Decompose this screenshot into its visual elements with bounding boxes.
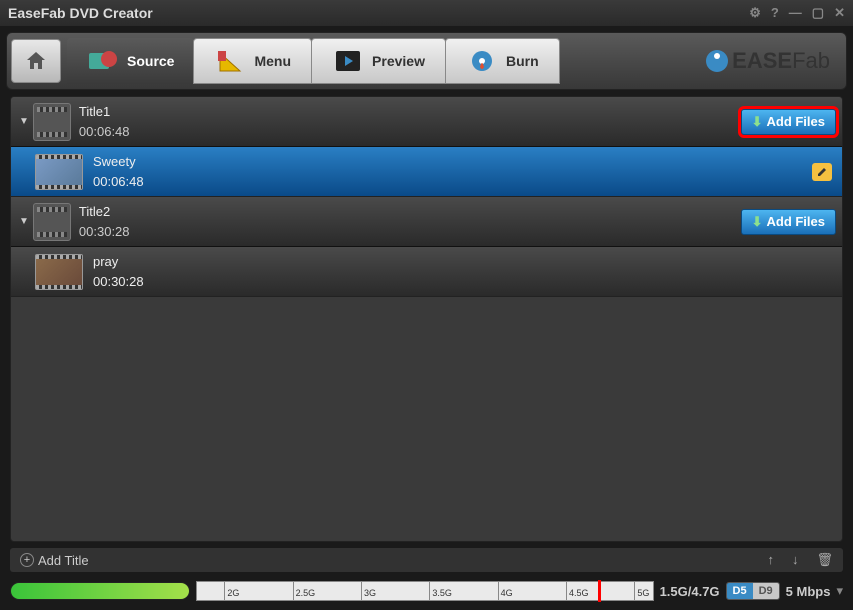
- edit-clip-button[interactable]: [812, 163, 832, 181]
- tab-preview-label: Preview: [372, 53, 425, 69]
- disc-type-toggle[interactable]: D5 D9: [726, 582, 780, 600]
- add-files-button[interactable]: ⬇ Add Files: [741, 109, 836, 135]
- home-icon: [24, 49, 48, 73]
- download-icon: ⬇: [752, 114, 763, 130]
- menu-icon: [214, 47, 246, 75]
- delete-icon[interactable]: 🗑: [816, 552, 833, 568]
- d9-option[interactable]: D9: [753, 583, 779, 599]
- title-duration: 00:30:28: [79, 222, 130, 242]
- size-ruler: 2G 2.5G 3G 3.5G 4G 4.5G 5G: [196, 581, 654, 601]
- minimize-icon[interactable]: —: [789, 5, 802, 21]
- clip-row[interactable]: Sweety 00:06:48: [11, 147, 842, 197]
- clip-row[interactable]: pray 00:30:28: [11, 247, 842, 297]
- source-icon: [87, 47, 119, 75]
- preview-icon: [332, 47, 364, 75]
- bitrate-value: 5 Mbps: [786, 584, 831, 599]
- clip-info: Sweety 00:06:48: [93, 152, 144, 191]
- clip-thumbnail: [35, 254, 83, 290]
- download-icon: ⬇: [752, 214, 763, 230]
- plus-icon: +: [20, 553, 34, 567]
- move-down-icon[interactable]: ↓: [792, 552, 799, 568]
- add-files-label: Add Files: [766, 214, 825, 229]
- clip-info: pray 00:30:28: [93, 252, 144, 291]
- collapse-icon[interactable]: ▼: [19, 116, 29, 127]
- close-icon[interactable]: ✕: [834, 5, 845, 21]
- title-duration: 00:06:48: [79, 122, 130, 142]
- tab-menu[interactable]: Menu: [193, 38, 312, 84]
- brand-icon: [706, 50, 728, 72]
- tab-source-label: Source: [127, 53, 174, 69]
- title-name: Title2: [79, 202, 130, 222]
- home-button[interactable]: [11, 39, 61, 83]
- title-header[interactable]: ▼ Title1 00:06:48 ⬇ Add Files: [11, 97, 842, 147]
- capacity-meter: 0.5G 1G 1.5G: [10, 582, 190, 600]
- add-title-button[interactable]: + Add Title: [20, 553, 89, 568]
- burn-icon: [466, 47, 498, 75]
- capacity-marker: [598, 580, 601, 602]
- bitrate-dropdown-icon[interactable]: ▾: [836, 583, 843, 599]
- d5-option[interactable]: D5: [727, 583, 753, 599]
- collapse-icon[interactable]: ▼: [19, 216, 29, 227]
- tab-preview[interactable]: Preview: [311, 38, 446, 84]
- window-controls: ⚙ ? — ▢ ✕: [749, 5, 845, 21]
- title-name: Title1: [79, 102, 130, 122]
- tab-source[interactable]: Source: [67, 38, 194, 84]
- help-icon[interactable]: ?: [771, 5, 779, 21]
- status-bar: 0.5G 1G 1.5G 2G 2.5G 3G 3.5G 4G 4.5G 5G …: [10, 578, 843, 604]
- tab-burn-label: Burn: [506, 53, 539, 69]
- main-toolbar: Source Menu Preview Burn EASEFab: [6, 32, 847, 90]
- disc-size: 1.5G/4.7G: [660, 584, 720, 599]
- brand-logo: EASEFab: [706, 48, 830, 74]
- pencil-icon: [816, 166, 828, 178]
- clip-name: Sweety: [93, 152, 144, 172]
- content-area: ▼ Title1 00:06:48 ⬇ Add Files Sweety 00:…: [10, 96, 843, 542]
- clip-duration: 00:06:48: [93, 172, 144, 192]
- settings-icon[interactable]: ⚙: [749, 5, 761, 21]
- clip-thumbnail: [35, 154, 83, 190]
- move-up-icon[interactable]: ↑: [767, 552, 774, 568]
- film-icon: [33, 103, 71, 141]
- add-files-label: Add Files: [766, 114, 825, 129]
- clip-duration: 00:30:28: [93, 272, 144, 292]
- title-header[interactable]: ▼ Title2 00:30:28 ⬇ Add Files: [11, 197, 842, 247]
- clip-name: pray: [93, 252, 144, 272]
- add-files-button[interactable]: ⬇ Add Files: [741, 209, 836, 235]
- tab-burn[interactable]: Burn: [445, 38, 560, 84]
- titlebar: EaseFab DVD Creator ⚙ ? — ▢ ✕: [0, 0, 853, 26]
- title-info: Title1 00:06:48: [79, 102, 130, 141]
- add-title-label: Add Title: [38, 553, 89, 568]
- film-icon: [33, 203, 71, 241]
- tab-menu-label: Menu: [254, 53, 291, 69]
- title-info: Title2 00:30:28: [79, 202, 130, 241]
- app-title: EaseFab DVD Creator: [8, 5, 749, 21]
- bottom-actions: ↑ ↓ 🗑: [767, 552, 833, 568]
- bottom-bar: + Add Title ↑ ↓ 🗑: [10, 548, 843, 572]
- maximize-icon[interactable]: ▢: [812, 5, 824, 21]
